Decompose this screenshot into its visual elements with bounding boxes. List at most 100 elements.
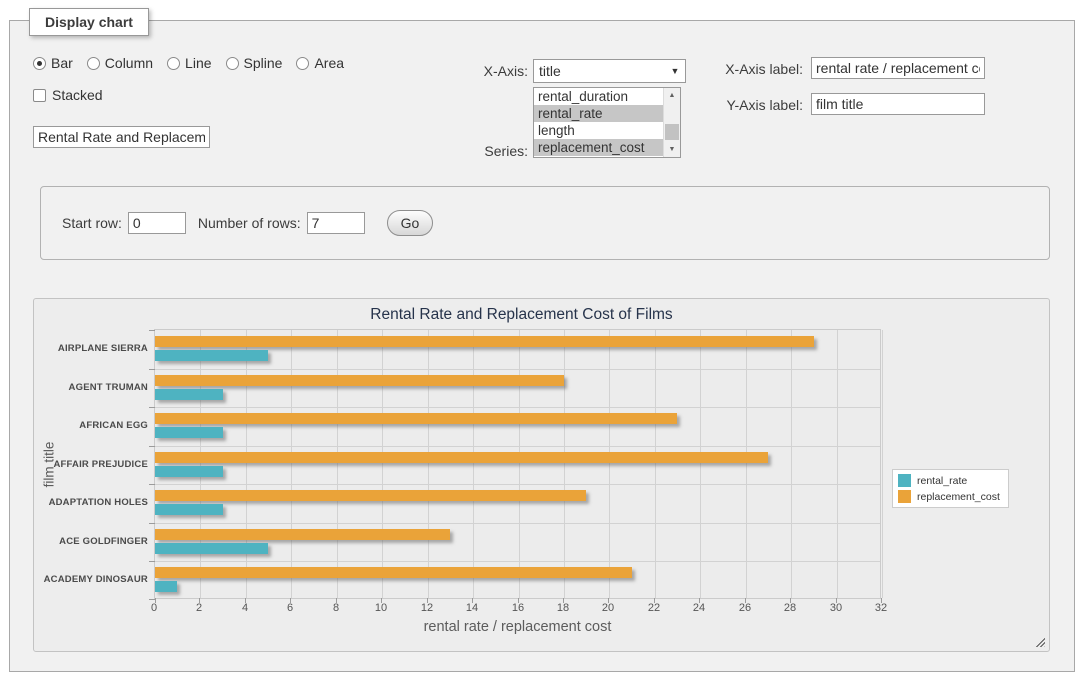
chart-title-input[interactable] (33, 126, 210, 148)
resize-handle-icon[interactable] (1034, 636, 1045, 647)
row-range-panel: Start row: Number of rows: Go (40, 186, 1050, 260)
series-listbox[interactable]: rental_duration rental_rate length repla… (533, 87, 681, 158)
category-label: AIRPLANE SIERRA (34, 329, 148, 368)
bar-rental_rate (155, 350, 268, 361)
x-axis-select[interactable]: title ▼ (533, 59, 686, 83)
radio-icon[interactable] (226, 57, 239, 70)
bar-replacement_cost (155, 452, 768, 463)
gridline (519, 330, 520, 598)
y-axis-tick (149, 561, 155, 562)
x-axis-tick-label: 28 (770, 602, 810, 614)
gridline (837, 330, 838, 598)
chart-type-radio-group: Bar Column Line Spline Area (33, 55, 344, 71)
x-axis-label-input[interactable] (811, 57, 985, 79)
y-axis-title: film title (42, 420, 57, 510)
x-axis-tick-label: 22 (634, 602, 674, 614)
series-option-length[interactable]: length (534, 122, 663, 139)
series-option-replacement-cost[interactable]: replacement_cost (534, 139, 663, 156)
stacked-label: Stacked (52, 87, 103, 103)
x-axis-selected-value: title (534, 63, 665, 79)
x-axis-tick-label: 2 (179, 602, 219, 614)
x-axis-label-caption: X-Axis label: (710, 61, 803, 77)
y-axis-tick (149, 407, 155, 408)
x-axis-tick-label: 20 (588, 602, 628, 614)
gridline (382, 330, 383, 598)
y-axis-tick (149, 446, 155, 447)
radio-icon[interactable] (167, 57, 180, 70)
scroll-up-icon[interactable]: ▲ (664, 88, 680, 103)
radio-icon[interactable] (296, 57, 309, 70)
x-axis-select-label: X-Axis: (445, 63, 528, 79)
bar-rental_rate (155, 504, 223, 515)
x-axis-tick-label: 30 (816, 602, 856, 614)
legend-swatch-icon (898, 490, 911, 503)
category-label: ACE GOLDFINGER (34, 522, 148, 561)
num-rows-label: Number of rows: (198, 215, 301, 231)
y-axis-tick (149, 484, 155, 485)
fieldset-legend: Display chart (29, 8, 149, 36)
series-option-rental-duration[interactable]: rental_duration (534, 88, 663, 105)
chart-type-bar-label: Bar (51, 55, 73, 71)
chart-type-column-label: Column (105, 55, 153, 71)
x-axis-tick-label: 8 (316, 602, 356, 614)
x-axis-tick-label: 14 (452, 602, 492, 614)
radio-icon[interactable] (87, 57, 100, 70)
bar-replacement_cost (155, 490, 586, 501)
chevron-down-icon: ▼ (665, 66, 685, 76)
bar-rental_rate (155, 543, 268, 554)
x-axis-tick-label: 12 (407, 602, 447, 614)
radio-icon[interactable] (33, 57, 46, 70)
legend-label: replacement_cost (917, 491, 1000, 503)
category-label: AGENT TRUMAN (34, 368, 148, 407)
plot-area (154, 329, 881, 599)
scrollbar-track[interactable] (664, 103, 680, 142)
y-axis-tick (149, 523, 155, 524)
listbox-scrollbar[interactable]: ▲ ▼ (663, 88, 680, 157)
y-axis-label-input[interactable] (811, 93, 985, 115)
series-listbox-label: Series: (445, 143, 528, 159)
series-options: rental_duration rental_rate length repla… (534, 88, 663, 157)
gridline (564, 330, 565, 598)
chart-type-line[interactable]: Line (167, 55, 211, 71)
gridline (155, 561, 880, 562)
x-axis-tick-label: 32 (861, 602, 901, 614)
gridline (246, 330, 247, 598)
go-button[interactable]: Go (387, 210, 434, 236)
display-chart-fieldset: Display chart Bar Column Line Spline Are… (9, 20, 1075, 672)
series-option-rental-rate[interactable]: rental_rate (534, 105, 663, 122)
x-axis-tick-label: 6 (270, 602, 310, 614)
x-axis-title: rental rate / replacement cost (154, 619, 881, 635)
gridline (337, 330, 338, 598)
legend-entry: replacement_cost (898, 490, 1000, 503)
start-row-input[interactable] (128, 212, 186, 234)
chart-type-bar[interactable]: Bar (33, 55, 73, 71)
stacked-checkbox-row[interactable]: Stacked (33, 87, 103, 103)
x-axis-tick-label: 18 (543, 602, 583, 614)
category-label: ACADEMY DINOSAUR (34, 560, 148, 599)
start-row-label: Start row: (62, 215, 122, 231)
legend-entry: rental_rate (898, 474, 1000, 487)
x-axis-tick-label: 16 (498, 602, 538, 614)
bar-replacement_cost (155, 375, 564, 386)
scroll-down-icon[interactable]: ▼ (664, 142, 680, 157)
chart-type-column[interactable]: Column (87, 55, 153, 71)
gridline (609, 330, 610, 598)
bar-rental_rate (155, 389, 223, 400)
y-axis-tick (149, 369, 155, 370)
bar-replacement_cost (155, 567, 632, 578)
stacked-checkbox[interactable] (33, 89, 46, 102)
chart-type-spline[interactable]: Spline (226, 55, 283, 71)
page: Display chart Bar Column Line Spline Are… (0, 0, 1081, 681)
gridline (155, 369, 880, 370)
gridline (700, 330, 701, 598)
scrollbar-thumb[interactable] (665, 124, 679, 140)
chart-panel: Rental Rate and Replacement Cost of Film… (33, 298, 1050, 652)
gridline (473, 330, 474, 598)
bar-rental_rate (155, 466, 223, 477)
chart-type-area[interactable]: Area (296, 55, 344, 71)
gridline (746, 330, 747, 598)
chart-type-area-label: Area (314, 55, 344, 71)
gridline (291, 330, 292, 598)
legend-swatch-icon (898, 474, 911, 487)
num-rows-input[interactable] (307, 212, 365, 234)
